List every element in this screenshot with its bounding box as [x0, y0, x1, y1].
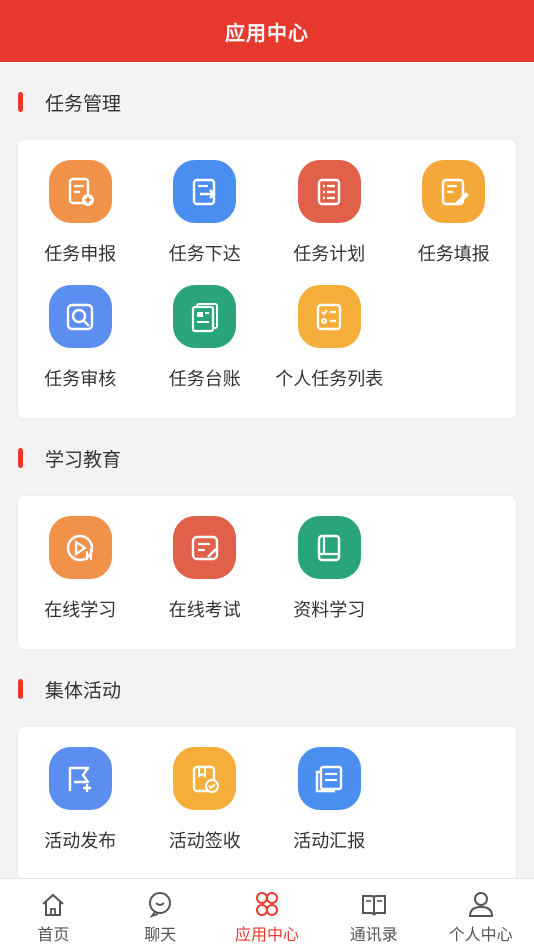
profile-icon: [468, 892, 493, 917]
app-tile-task-assign[interactable]: 任务下达: [143, 160, 268, 285]
app-tile-task-report[interactable]: 任务申报: [18, 160, 143, 285]
tab-profile[interactable]: 个人中心: [427, 879, 534, 950]
task-ledger-icon: [173, 285, 237, 348]
online-learning-icon: [48, 516, 112, 579]
app-tile-activity-report[interactable]: 活动汇报: [267, 747, 392, 872]
section-card-group-activities: 活动发布 活动签收 活动汇报: [18, 727, 516, 880]
tab-app-center[interactable]: 应用中心: [214, 879, 321, 950]
task-review-icon: [48, 285, 112, 348]
app-tile-label: 活动签收: [168, 831, 241, 852]
app-tile-task-fill[interactable]: 任务填报: [392, 160, 517, 285]
section-header-group-activities: 集体活动: [18, 677, 534, 702]
app-tile-label: 任务台账: [168, 369, 241, 390]
tab-chat[interactable]: 聊天: [107, 879, 214, 950]
contacts-icon: [361, 895, 386, 916]
activity-publish-icon: [48, 747, 112, 810]
app-tile-label: 任务审核: [44, 369, 117, 390]
task-report-icon: [48, 160, 112, 223]
app-tile-label: 任务下达: [168, 244, 241, 265]
app-header: 应用中心: [0, 0, 534, 62]
task-fill-icon: [422, 160, 486, 223]
app-tile-label: 任务计划: [293, 244, 366, 265]
app-tile-online-exam[interactable]: 在线考试: [143, 516, 268, 641]
section-header-study-education: 学习教育: [18, 446, 534, 471]
app-tile-task-plan[interactable]: 任务计划: [267, 160, 392, 285]
section-header-task-management: 任务管理: [18, 90, 534, 115]
app-tile-activity-signin[interactable]: 活动签收: [143, 747, 268, 872]
app-tile-label: 活动发布: [44, 831, 117, 852]
chat-icon: [149, 892, 172, 918]
app-tile-label: 在线学习: [44, 600, 117, 621]
sections-container: 任务管理任务申报 任务下达 任务计划 任务填报任务审核 任务台账 个人任务列表学习教育在线…: [0, 90, 534, 880]
app-tile-task-review[interactable]: 任务审核: [18, 285, 143, 410]
section-title: 任务管理: [45, 92, 122, 115]
app-tile-label: 资料学习: [293, 600, 366, 621]
section-title: 集体活动: [45, 679, 122, 702]
page-title: 应用中心: [225, 20, 309, 45]
tab-label: 聊天: [144, 925, 177, 944]
bottom-tabbar: 首页 聊天 应用中心 通讯录 个人中心: [0, 878, 534, 950]
section-accent-bar: [18, 92, 23, 112]
tab-label: 应用中心: [234, 925, 299, 944]
task-assign-icon: [173, 160, 237, 223]
section-title: 学习教育: [45, 448, 122, 471]
app-tile-label: 个人任务列表: [275, 369, 384, 390]
app-tile-activity-publish[interactable]: 活动发布: [18, 747, 143, 872]
tab-contacts[interactable]: 通讯录: [320, 879, 427, 950]
section-card-task-management: 任务申报 任务下达 任务计划 任务填报任务审核 任务台账 个人任务列表: [18, 140, 516, 418]
app-tile-online-learning[interactable]: 在线学习: [18, 516, 143, 641]
tab-label: 通讯录: [349, 925, 398, 944]
section-accent-bar: [18, 448, 23, 468]
app-tile-task-ledger[interactable]: 任务台账: [143, 285, 268, 410]
home-icon: [42, 893, 65, 916]
online-exam-icon: [173, 516, 237, 579]
app-tile-label: 任务申报: [44, 244, 117, 265]
app-tile-material-study[interactable]: 资料学习: [267, 516, 392, 641]
activity-report-icon: [297, 747, 361, 810]
tab-label: 个人中心: [448, 925, 513, 944]
material-study-icon: [297, 516, 361, 579]
tab-label: 首页: [37, 925, 70, 944]
app-tile-personal-task-list[interactable]: 个人任务列表: [267, 285, 392, 410]
task-plan-icon: [297, 160, 361, 223]
app-tile-label: 在线考试: [168, 600, 241, 621]
activity-signin-icon: [173, 747, 237, 810]
app-center-icon: [255, 892, 278, 916]
personal-task-list-icon: [297, 285, 361, 348]
app-tile-label: 任务填报: [417, 244, 490, 265]
tab-home[interactable]: 首页: [0, 879, 107, 950]
section-card-study-education: 在线学习 在线考试 资料学习: [18, 496, 516, 649]
section-accent-bar: [18, 679, 23, 699]
app-tile-label: 活动汇报: [293, 831, 366, 852]
